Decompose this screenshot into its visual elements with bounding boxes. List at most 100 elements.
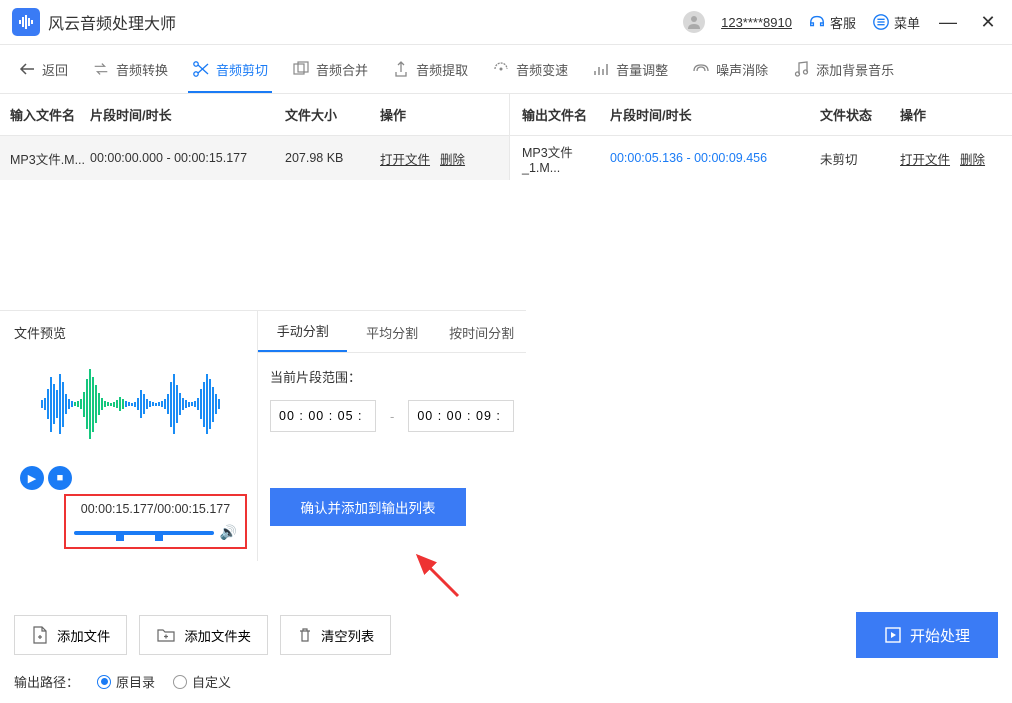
close-button[interactable]: ✕ [976,12,1000,33]
cell-name: MP3文件_1.M... [510,142,610,175]
start-process-button[interactable]: 开始处理 [856,612,998,658]
add-folder-label: 添加文件夹 [184,626,251,645]
lower-panel: 文件预览 ▶ ■ 00:00:15.177/00:00:15.177 🔊 手 [0,310,1012,561]
progress-slider[interactable] [74,531,214,535]
radio-label: 原目录 [116,672,155,691]
open-file-link[interactable]: 打开文件 [900,149,950,168]
menu-icon [872,13,890,31]
music-icon [792,60,810,78]
radio-original-dir[interactable]: 原目录 [97,672,155,691]
cell-name: MP3文件.M... [0,149,90,168]
trash-icon [297,626,313,644]
app-title: 风云音频处理大师 [48,10,683,34]
delete-link[interactable]: 删除 [440,149,465,168]
file-plus-icon [31,625,49,645]
clear-label: 清空列表 [321,626,374,645]
merge-icon [292,60,310,78]
tab-time-split[interactable]: 按时间分割 [437,323,526,352]
tab-label: 音频转换 [116,60,168,79]
tab-average-split[interactable]: 平均分割 [347,323,436,352]
headset-icon [808,13,826,31]
back-button[interactable]: 返回 [6,45,80,93]
col-output-op: 操作 [900,105,1012,124]
volume-icon [592,60,610,78]
tab-bgm[interactable]: 添加背景音乐 [780,45,906,93]
confirm-add-button[interactable]: 确认并添加到输出列表 [270,488,466,526]
delete-link[interactable]: 删除 [960,149,985,168]
tab-manual-split[interactable]: 手动分割 [258,321,347,352]
waveform[interactable] [10,354,251,454]
tab-label: 音量调整 [616,60,668,79]
col-input-name: 输入文件名 [0,105,90,124]
col-output-name: 输出文件名 [510,105,610,124]
tab-audio-merge[interactable]: 音频合并 [280,45,380,93]
tables: 输入文件名 片段时间/时长 文件大小 操作 MP3文件.M... 00:00:0… [0,93,1012,180]
account-number[interactable]: 123****8910 [721,15,792,30]
add-file-button[interactable]: 添加文件 [14,615,127,655]
range-dash: - [390,409,394,424]
scissors-icon [192,60,210,78]
range-start-input[interactable] [270,400,376,432]
tab-audio-extract[interactable]: 音频提取 [380,45,480,93]
col-input-time: 片段时间/时长 [90,105,285,124]
input-table: 输入文件名 片段时间/时长 文件大小 操作 MP3文件.M... 00:00:0… [0,94,510,180]
add-file-label: 添加文件 [57,626,110,645]
output-path-label: 输出路径： [14,672,79,691]
clear-list-button[interactable]: 清空列表 [280,615,391,655]
play-button[interactable]: ▶ [20,466,44,490]
range-end-input[interactable] [408,400,514,432]
col-output-status: 文件状态 [820,105,900,124]
menu-button[interactable]: 菜单 [872,13,920,32]
extract-icon [392,60,410,78]
avatar-icon[interactable] [683,11,705,33]
radio-custom-dir[interactable]: 自定义 [173,672,231,691]
start-label: 开始处理 [910,625,970,646]
help-label: 客服 [830,13,856,32]
bottom-bar: 添加文件 添加文件夹 清空列表 开始处理 输出路径： 原目录 自定义 [0,598,1012,703]
tab-audio-convert[interactable]: 音频转换 [80,45,180,93]
tab-label: 音频剪切 [216,60,268,79]
input-row[interactable]: MP3文件.M... 00:00:00.000 - 00:00:15.177 2… [0,136,509,180]
tab-label: 噪声消除 [716,60,768,79]
help-button[interactable]: 客服 [808,13,856,32]
tab-audio-speed[interactable]: 音频变速 [480,45,580,93]
cell-size: 207.98 KB [285,151,380,165]
tab-audio-cut[interactable]: 音频剪切 [180,45,280,93]
tab-label: 音频合并 [316,60,368,79]
menu-label: 菜单 [894,13,920,32]
tab-noise[interactable]: 噪声消除 [680,45,780,93]
noise-icon [692,60,710,78]
back-label: 返回 [42,60,68,79]
cell-time: 00:00:05.136 - 00:00:09.456 [610,151,820,165]
minimize-button[interactable]: — [936,12,960,33]
col-output-time: 片段时间/时长 [610,105,820,124]
player-box: 00:00:15.177/00:00:15.177 🔊 [64,494,247,549]
tab-volume[interactable]: 音量调整 [580,45,680,93]
cell-status: 未剪切 [820,149,900,168]
col-input-op: 操作 [380,105,509,124]
player-time: 00:00:15.177/00:00:15.177 [74,502,237,516]
open-file-link[interactable]: 打开文件 [380,149,430,168]
preview-title: 文件预览 [10,323,251,342]
volume-icon[interactable]: 🔊 [220,524,237,541]
tab-label: 添加背景音乐 [816,60,894,79]
cell-time: 00:00:00.000 - 00:00:15.177 [90,151,285,165]
speed-icon [492,60,510,78]
play-square-icon [884,626,902,644]
stop-button[interactable]: ■ [48,466,72,490]
split-pane: 手动分割 平均分割 按时间分割 当前片段范围： - 确认并添加到输出列表 [258,310,526,561]
range-label: 当前片段范围： [270,367,514,386]
titlebar: 风云音频处理大师 123****8910 客服 菜单 — ✕ [0,0,1012,45]
folder-plus-icon [156,626,176,644]
output-table: 输出文件名 片段时间/时长 文件状态 操作 MP3文件_1.M... 00:00… [510,94,1012,180]
add-folder-button[interactable]: 添加文件夹 [139,615,268,655]
tab-label: 音频提取 [416,60,468,79]
split-tabs: 手动分割 平均分割 按时间分割 [258,311,526,353]
arrow-left-icon [18,60,36,78]
output-row[interactable]: MP3文件_1.M... 00:00:05.136 - 00:00:09.456… [510,136,1012,180]
convert-icon [92,60,110,78]
tab-label: 音频变速 [516,60,568,79]
app-logo [12,8,40,36]
preview-pane: 文件预览 ▶ ■ 00:00:15.177/00:00:15.177 🔊 [0,310,258,561]
radio-label: 自定义 [192,672,231,691]
